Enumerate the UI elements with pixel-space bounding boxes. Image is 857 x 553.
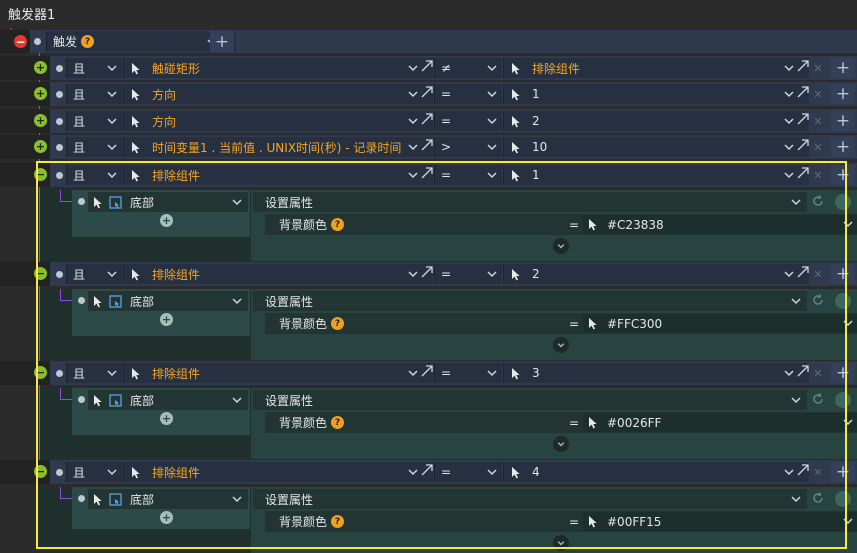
minus-icon: − (14, 34, 27, 49)
logic-op-select[interactable]: 且 (66, 58, 122, 78)
compare-op-label: = (441, 87, 452, 101)
drag-handle-icon[interactable] (56, 118, 63, 125)
logic-op-label: 且 (73, 140, 86, 155)
remove-condition-button[interactable]: ✕ (810, 84, 826, 104)
chevron-down-icon (782, 140, 796, 154)
selection-highlight (36, 161, 847, 549)
right-operand-label: 排除组件 (532, 61, 581, 76)
chevron-down-icon (782, 87, 796, 101)
expand-condition-button[interactable]: + (34, 114, 47, 127)
condition-bar: 且 触碰矩形 ≠ 排除组件 ✕ + (50, 56, 857, 80)
drag-handle-icon[interactable] (56, 91, 63, 98)
right-operand-label: 2 (532, 114, 540, 128)
plus-icon: + (34, 61, 47, 74)
remove-condition-button[interactable]: ✕ (810, 137, 826, 157)
chevron-down-icon (105, 114, 119, 128)
help-icon[interactable]: ? (81, 35, 95, 48)
drag-handle-icon[interactable] (34, 38, 41, 45)
pointer-icon[interactable] (510, 62, 522, 75)
drag-handle-icon[interactable] (56, 65, 63, 72)
logic-op-label: 且 (73, 114, 86, 129)
remove-trigger-button[interactable]: − (14, 35, 27, 48)
chevron-down-icon (485, 87, 499, 101)
condition-bar: 且 方向 = 1 ✕ + (50, 82, 857, 106)
right-operand-label: 10 (532, 140, 548, 154)
add-trigger-button[interactable]: + (210, 31, 234, 52)
right-operand-select[interactable]: 1 (503, 84, 809, 104)
expand-arrow-icon[interactable] (796, 111, 810, 125)
right-operand-select[interactable]: 2 (503, 111, 809, 131)
left-operand-select[interactable]: 时间变量1 . 当前值 . UNIX时间(秒) - 记录时间 (123, 137, 433, 157)
trigger-label: 触发 (53, 35, 78, 49)
expand-condition-button[interactable]: + (34, 61, 47, 74)
chevron-down-icon (782, 114, 796, 128)
logic-op-label: 且 (73, 61, 86, 76)
left-operand-label: 时间变量1 . 当前值 . UNIX时间(秒) - 记录时间 (152, 140, 402, 155)
chevron-down-icon (406, 140, 420, 154)
remove-condition-button[interactable]: ✕ (810, 111, 826, 131)
compare-op-label: > (441, 140, 452, 154)
pointer-icon[interactable] (130, 115, 142, 128)
chevron-down-icon (406, 87, 420, 101)
remove-condition-button[interactable]: ✕ (810, 58, 826, 78)
expand-arrow-icon[interactable] (796, 137, 810, 151)
logic-op-select[interactable]: 且 (66, 111, 122, 131)
logic-op-label: 且 (73, 87, 86, 102)
expand-condition-button[interactable]: + (34, 140, 47, 153)
pointer-icon[interactable] (130, 88, 142, 101)
pointer-icon[interactable] (130, 141, 142, 154)
plus-icon: + (34, 87, 47, 100)
chevron-down-icon (485, 140, 499, 154)
plus-icon: + (34, 114, 47, 127)
left-operand-select[interactable]: 方向 (123, 111, 433, 131)
left-operand-select[interactable]: 方向 (123, 84, 433, 104)
left-operand-label: 方向 (152, 87, 177, 102)
compare-op-select[interactable]: = (434, 111, 502, 131)
right-operand-select[interactable]: 排除组件 (503, 58, 809, 78)
compare-op-select[interactable]: > (434, 137, 502, 157)
expand-arrow-icon[interactable] (420, 111, 434, 125)
expand-arrow-icon[interactable] (420, 84, 434, 98)
condition-bar: 且 时间变量1 . 当前值 . UNIX时间(秒) - 记录时间 >10 ✕ + (50, 135, 857, 159)
window-title: 触发器1 (8, 8, 56, 23)
chevron-down-icon (485, 114, 499, 128)
add-condition-button[interactable]: + (831, 84, 855, 104)
chevron-down-icon (485, 61, 499, 75)
expand-arrow-icon[interactable] (420, 137, 434, 151)
logic-op-select[interactable]: 且 (66, 84, 122, 104)
trigger-bar: 触发? + (30, 30, 857, 53)
chevron-down-icon (406, 61, 420, 75)
compare-op-select[interactable]: ≠ (434, 58, 502, 78)
right-operand-label: 1 (532, 87, 540, 101)
chevron-down-icon (782, 61, 796, 75)
expand-arrow-icon[interactable] (420, 58, 434, 72)
compare-op-select[interactable]: = (434, 84, 502, 104)
trigger-select[interactable]: 触发? (46, 31, 236, 52)
add-condition-button[interactable]: + (831, 137, 855, 157)
compare-op-label: ≠ (441, 61, 452, 75)
left-operand-label: 方向 (152, 114, 177, 129)
condition-bar: 且 方向 = 2 ✕ + (50, 109, 857, 133)
expand-arrow-icon[interactable] (796, 58, 810, 72)
chevron-down-icon (105, 140, 119, 154)
chevron-down-icon (406, 114, 420, 128)
expand-condition-button[interactable]: + (34, 87, 47, 100)
pointer-icon[interactable] (130, 62, 142, 75)
right-operand-select[interactable]: 10 (503, 137, 809, 157)
pointer-icon[interactable] (510, 115, 522, 128)
chevron-down-icon (105, 61, 119, 75)
left-operand-label: 触碰矩形 (152, 61, 201, 76)
chevron-down-icon (105, 87, 119, 101)
drag-handle-icon[interactable] (56, 144, 63, 151)
pointer-icon[interactable] (510, 141, 522, 154)
left-operand-select[interactable]: 触碰矩形 (123, 58, 433, 78)
plus-icon: + (34, 140, 47, 153)
add-condition-button[interactable]: + (831, 58, 855, 78)
logic-op-select[interactable]: 且 (66, 137, 122, 157)
compare-op-label: = (441, 114, 452, 128)
add-condition-button[interactable]: + (831, 111, 855, 131)
pointer-icon[interactable] (510, 88, 522, 101)
expand-arrow-icon[interactable] (796, 84, 810, 98)
